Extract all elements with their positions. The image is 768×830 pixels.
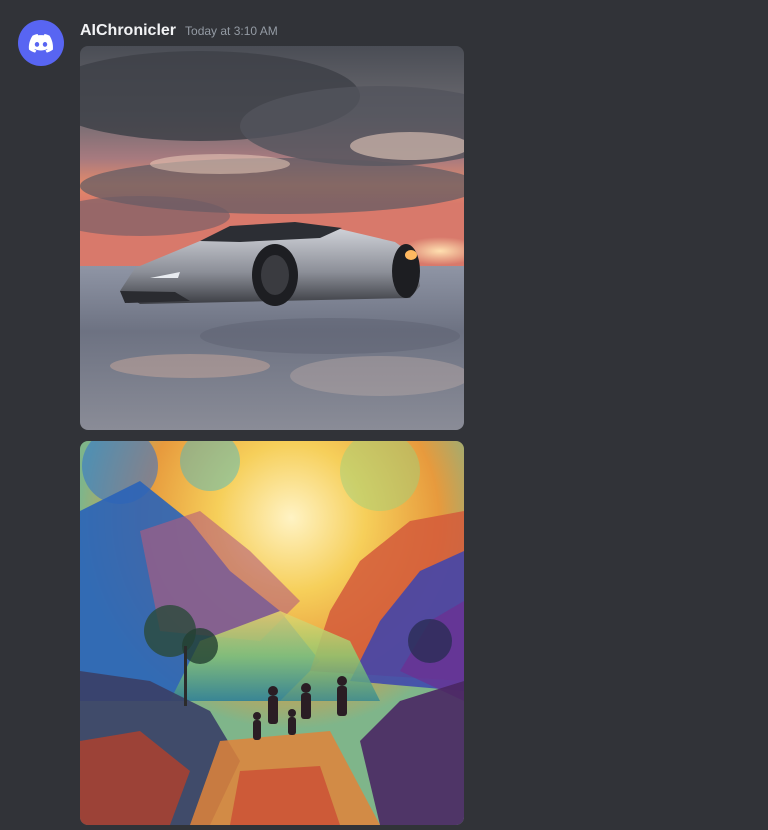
discord-logo-icon [28, 34, 54, 53]
image-attachment-car[interactable] [80, 46, 464, 430]
image-attachment-watercolor[interactable] [80, 441, 464, 825]
chat-message: AIChronicler Today at 3:10 AM [0, 0, 768, 830]
message-header: AIChronicler Today at 3:10 AM [80, 22, 278, 40]
timestamp: Today at 3:10 AM [185, 24, 278, 38]
avatar[interactable] [18, 20, 64, 66]
author-name[interactable]: AIChronicler [80, 22, 176, 40]
car-image [80, 46, 464, 430]
watercolor-image [80, 441, 464, 825]
